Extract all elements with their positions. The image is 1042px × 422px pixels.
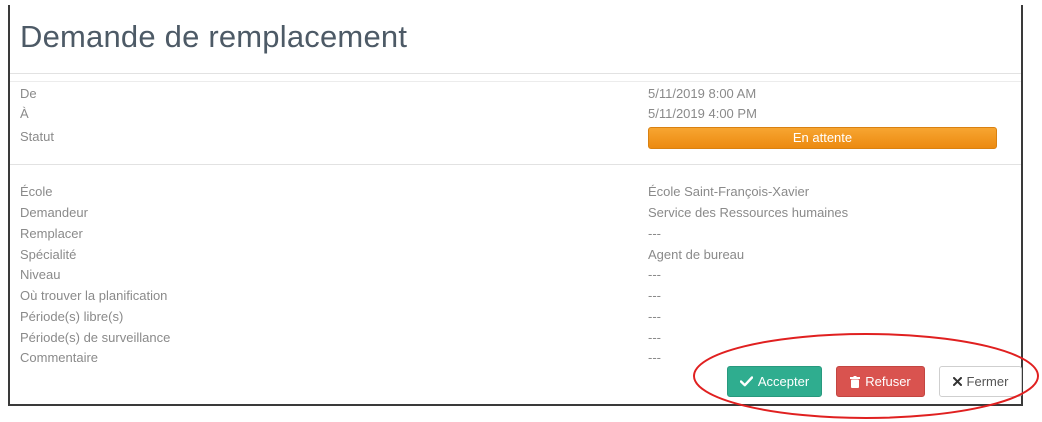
field-label-demandeur: Demandeur <box>20 205 88 220</box>
field-label-planification: Où trouver la planification <box>20 288 168 303</box>
field-label-commentaire: Commentaire <box>20 350 99 365</box>
section-divider <box>10 164 1021 165</box>
field-value-planification: --- <box>648 288 661 303</box>
field-label-niveau: Niveau <box>20 267 61 282</box>
field-label-de: De <box>20 86 37 101</box>
header-divider-secondary <box>10 81 1021 82</box>
accept-label: Accepter <box>757 374 810 389</box>
trash-icon <box>850 375 861 388</box>
refuse-label: Refuser <box>865 374 911 389</box>
field-value-niveau: --- <box>648 267 661 282</box>
field-label-specialite: Spécialité <box>20 247 77 262</box>
field-label-ecole: École <box>20 184 53 199</box>
field-value-commentaire: --- <box>648 350 661 365</box>
field-label-remplacer: Remplacer <box>20 226 83 241</box>
field-value-demandeur: Service des Ressources humaines <box>648 205 849 220</box>
modal-title: Demande de remplacement <box>20 19 408 54</box>
field-label-surveillance: Période(s) de surveillance <box>20 330 171 345</box>
refuse-button[interactable]: Refuser <box>836 366 925 397</box>
check-icon <box>739 376 753 387</box>
field-label-periodes-libres: Période(s) libre(s) <box>20 309 124 324</box>
field-value-a: 5/11/2019 4:00 PM <box>648 106 757 121</box>
header-divider <box>10 73 1021 74</box>
close-label: Fermer <box>966 374 1009 389</box>
field-value-specialite: Agent de bureau <box>648 247 745 262</box>
field-label-statut: Statut <box>20 129 54 144</box>
field-value-ecole: École Saint-François-Xavier <box>648 184 810 199</box>
accept-button[interactable]: Accepter <box>727 366 822 397</box>
close-button[interactable]: Fermer <box>939 366 1022 397</box>
status-badge: En attente <box>648 127 997 149</box>
field-value-surveillance: --- <box>648 330 661 345</box>
field-value-periodes-libres: --- <box>648 309 661 324</box>
field-value-de: 5/11/2019 8:00 AM <box>648 86 757 101</box>
field-label-a: À <box>20 106 29 121</box>
replacement-request-modal: Demande de remplacement De 5/11/2019 8:0… <box>8 5 1023 406</box>
field-value-remplacer: --- <box>648 226 661 241</box>
times-icon <box>952 377 962 386</box>
